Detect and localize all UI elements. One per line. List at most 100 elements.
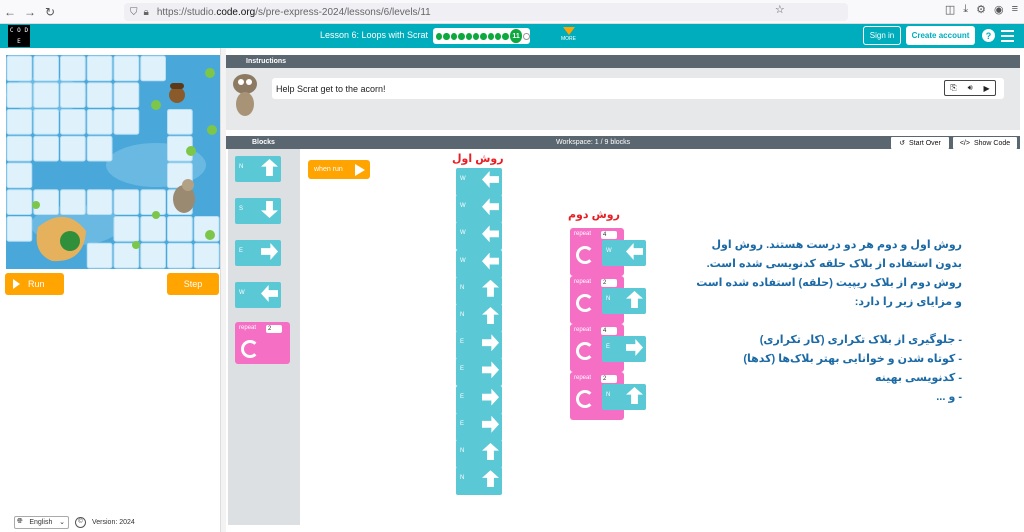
- arrow-up-icon: [482, 307, 499, 324]
- stack-block-north[interactable]: N: [602, 384, 646, 410]
- more-button[interactable]: MORE: [561, 27, 576, 42]
- level-dot[interactable]: [465, 32, 472, 40]
- step-button[interactable]: Step: [167, 273, 219, 295]
- stack-block-west[interactable]: W: [456, 195, 502, 224]
- stack-block-west[interactable]: W: [456, 249, 502, 278]
- reload-icon[interactable]: ↻: [40, 2, 60, 22]
- version-text: Version: 2024: [92, 518, 135, 526]
- language-select[interactable]: 🌐︎ English ⌄: [14, 515, 69, 529]
- stack-block-north[interactable]: N: [456, 467, 502, 496]
- ice-tile: [113, 82, 140, 108]
- lesson-title[interactable]: Lesson 6: Loops with Scrat: [320, 30, 428, 40]
- speaker-icon[interactable]: 🔊︎: [968, 83, 973, 93]
- sign-in-button[interactable]: Sign in: [863, 26, 901, 45]
- copyright-icon[interactable]: ©: [75, 516, 86, 528]
- explanation-line: بدون استفاده از بلاک حلقه کدنویسی شده اس…: [706, 258, 962, 270]
- hamburger-menu-icon[interactable]: [1001, 30, 1014, 45]
- stack-block-west[interactable]: W: [456, 222, 502, 251]
- play-icon[interactable]: ▶: [983, 84, 989, 93]
- run-button[interactable]: Run: [5, 273, 64, 295]
- arrow-left-icon: [482, 252, 499, 270]
- arrow-right-icon: [482, 415, 499, 433]
- play-icon: [355, 164, 365, 176]
- level-dot[interactable]: [472, 32, 480, 40]
- stack-block-east[interactable]: E: [456, 385, 502, 414]
- ice-tile: [167, 216, 193, 242]
- start-over-button[interactable]: ↺ Start Over: [890, 136, 950, 150]
- address-bar[interactable]: ⛉ 🔒︎ https://studio.code.org/s/pre-expre…: [124, 3, 848, 21]
- toolbox-block-repeat[interactable]: repeat 2: [235, 322, 290, 364]
- acorn-icon: [169, 87, 185, 103]
- stack-block-north[interactable]: N: [456, 304, 502, 332]
- ice-tile: [60, 135, 86, 162]
- loop-icon: [576, 294, 594, 312]
- level-dot[interactable]: [480, 32, 487, 40]
- toolbox-block-south[interactable]: S: [235, 198, 281, 224]
- level-dot[interactable]: [502, 32, 509, 40]
- ice-tile: [33, 135, 59, 162]
- ice-tile: [167, 242, 193, 269]
- ice-tile: [6, 55, 33, 82]
- level-dot[interactable]: [487, 32, 494, 40]
- explanation-line: - کوتاه شدن و خوانایی بهتر بلاک‌ها (کدها…: [743, 353, 962, 365]
- undo-icon: ↺: [899, 140, 905, 147]
- ice-tile: [6, 135, 33, 162]
- stack-block-north[interactable]: N: [456, 440, 502, 468]
- workspace-title: Workspace: 1 / 9 blocks: [556, 139, 631, 146]
- arrow-left-icon: [482, 171, 499, 188]
- text-to-speech-controls: ⎘ 🔊︎ ▶: [944, 80, 996, 96]
- level-dot[interactable]: [458, 32, 465, 40]
- explanation-line: - کدنویسی بهینه: [874, 372, 962, 384]
- ice-tile: [6, 162, 33, 189]
- stack-block-west[interactable]: W: [456, 168, 502, 196]
- ice-tile: [86, 189, 113, 215]
- ice-tile: [86, 55, 113, 82]
- extension-icon[interactable]: ⚙: [976, 3, 986, 16]
- explanation-line: روش اول و دوم هر دو درست هستند. روش اول: [711, 239, 963, 251]
- ice-tile: [60, 109, 86, 135]
- level-dot[interactable]: [450, 32, 458, 40]
- level-dot[interactable]: [436, 32, 443, 40]
- stack-block-north[interactable]: N: [456, 276, 502, 305]
- level-dot[interactable]: [443, 32, 450, 40]
- stack-block-east[interactable]: E: [602, 336, 646, 362]
- download-icon[interactable]: ⤓: [963, 3, 968, 16]
- explanation-line: روش دوم از بلاک ریپیت (حلقه) استفاده شده…: [696, 277, 962, 289]
- menu-icon[interactable]: ≡: [1012, 3, 1018, 16]
- create-account-button[interactable]: Create account: [906, 26, 975, 45]
- toolbox-block-east[interactable]: E: [235, 240, 281, 266]
- help-icon[interactable]: ?: [982, 29, 995, 42]
- pocket-icon[interactable]: ◫: [945, 3, 955, 16]
- code-org-logo[interactable]: COD E: [8, 25, 30, 47]
- back-arrow-icon[interactable]: ←: [0, 2, 20, 22]
- ice-tile: [6, 189, 33, 215]
- toolbox-block-west[interactable]: W: [235, 282, 281, 308]
- ice-tile: [140, 55, 166, 82]
- bookmark-star-icon[interactable]: ☆: [775, 3, 785, 16]
- ice-tile: [167, 109, 193, 135]
- stack-block-east[interactable]: E: [456, 331, 502, 360]
- level-dot[interactable]: [495, 32, 502, 40]
- ice-tile: [86, 109, 113, 135]
- arrow-left-icon: [626, 243, 643, 260]
- chevron-down-icon: [562, 27, 575, 35]
- level-dot[interactable]: [523, 32, 531, 40]
- url-text: https://studio.code.org/s/pre-express-20…: [156, 6, 431, 18]
- play-icon: [13, 279, 20, 289]
- ice-tile: [86, 135, 113, 162]
- ice-tile: [33, 82, 59, 108]
- account-icon[interactable]: ◉: [994, 3, 1004, 16]
- when-run-block[interactable]: when run: [308, 160, 370, 179]
- stack-block-north[interactable]: N: [602, 288, 646, 314]
- explanation-line: - و ...: [936, 391, 962, 403]
- arrow-up-icon: [626, 291, 643, 308]
- show-code-button[interactable]: </> Show Code: [952, 136, 1018, 150]
- site-header: COD E Lesson 6: Loops with Scrat 11 MORE…: [0, 24, 1024, 48]
- current-level-bubble[interactable]: 11: [509, 29, 523, 43]
- stack-block-east[interactable]: E: [456, 412, 502, 441]
- translate-icon[interactable]: ⎘: [950, 83, 956, 93]
- forward-arrow-icon[interactable]: →: [20, 2, 40, 22]
- stack-block-east[interactable]: E: [456, 358, 502, 387]
- toolbox-block-north[interactable]: N: [235, 156, 281, 182]
- stack-block-west[interactable]: W: [602, 240, 646, 266]
